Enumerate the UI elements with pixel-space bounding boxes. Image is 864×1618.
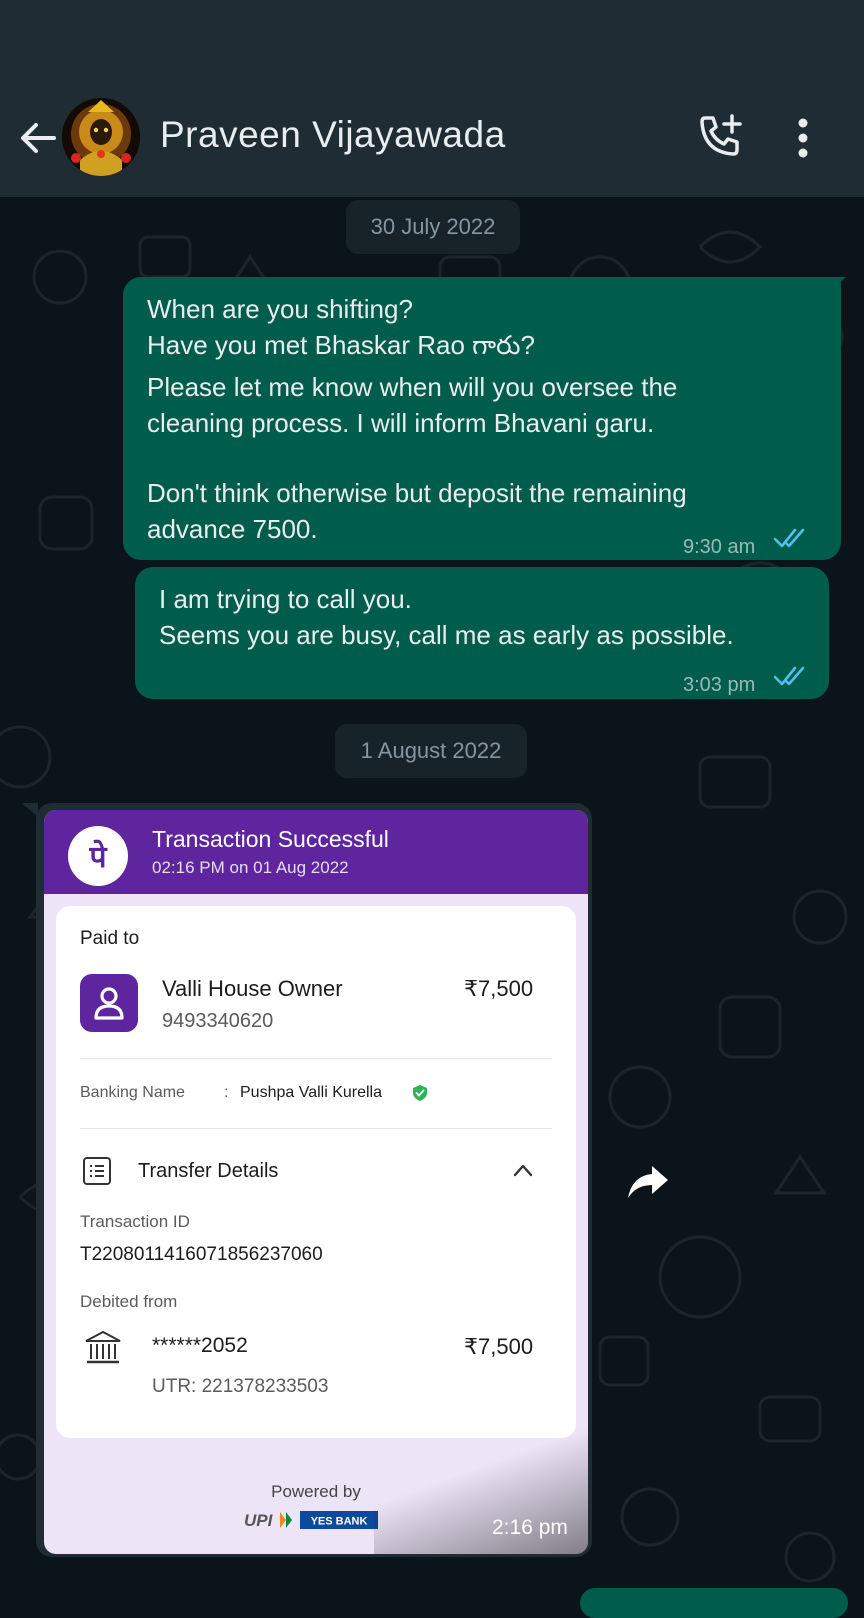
receipt-header: पे Transaction Successful 02:16 PM on 01… — [44, 810, 588, 894]
banking-name-value: Pushpa Valli Kurella — [240, 1084, 383, 1101]
verified-shield-icon — [413, 1085, 427, 1101]
debit-account: ******2052 — [152, 1334, 248, 1357]
yes-bank-logo-text: YES BANK — [311, 1516, 368, 1528]
message-text-line: Don't think otherwise but deposit the re… — [147, 478, 687, 508]
divider — [80, 1058, 552, 1059]
read-receipt-icon — [773, 666, 805, 686]
banking-name-separator: : — [224, 1084, 229, 1101]
message-bubble-outgoing[interactable]: When are you shifting? Have you met Bhas… — [123, 277, 841, 560]
receipt-datetime: 02:16 PM on 01 Aug 2022 — [152, 858, 349, 877]
payee-phone: 9493340620 — [162, 1010, 274, 1032]
transaction-id: T2208011416071856237060 — [80, 1244, 323, 1265]
message-bubble-outgoing[interactable]: I am trying to call you. Seems you are b… — [135, 567, 829, 699]
contact-name[interactable]: Praveen Vijayawada — [160, 114, 506, 156]
message-bubble-outgoing-partial[interactable] — [580, 1588, 848, 1618]
back-arrow-icon[interactable] — [16, 116, 60, 160]
message-text-line: Seems you are busy, call me as early as … — [159, 620, 734, 650]
upi-logo-text: UPI — [244, 1511, 274, 1530]
more-vert-icon[interactable] — [796, 116, 810, 160]
status-bar — [0, 0, 864, 90]
payee-person-icon — [80, 974, 138, 1032]
message-time: 3:03 pm — [683, 674, 756, 696]
message-text-line: When are you shifting? — [147, 294, 413, 324]
transaction-id-label: Transaction ID — [80, 1212, 190, 1231]
message-time: 2:16 pm — [492, 1516, 568, 1539]
avatar[interactable] — [62, 98, 140, 176]
upi-yes-bank-logo: UPI YES BANK — [244, 1511, 378, 1530]
message-text-line: advance 7500. — [147, 514, 318, 544]
debited-from-label: Debited from — [80, 1292, 178, 1311]
transfer-details-label: Transfer Details — [138, 1160, 279, 1182]
payment-receipt-image[interactable]: पे Transaction Successful 02:16 PM on 01… — [44, 810, 588, 1554]
debit-amount: ₹7,500 — [464, 1334, 534, 1359]
bubble-tail — [830, 277, 846, 291]
payment-amount: ₹7,500 — [464, 976, 534, 1001]
receipt-title: Transaction Successful — [152, 826, 389, 852]
payee-name: Valli House Owner — [162, 976, 343, 1001]
message-time: 9:30 am — [683, 536, 756, 558]
chevron-up-icon[interactable] — [512, 1162, 534, 1178]
message-text-line: cleaning process. I will inform Bhavani … — [147, 408, 655, 438]
message-text-line: Please let me know when will you oversee… — [147, 372, 678, 402]
message-text-line: I am trying to call you. — [159, 584, 412, 614]
paid-to-label: Paid to — [80, 928, 140, 949]
banking-name-label: Banking Name — [80, 1084, 185, 1101]
date-separator: 30 July 2022 — [346, 200, 520, 254]
chat-header: Praveen Vijayawada — [0, 90, 864, 197]
utr-number: UTR: 221378233503 — [152, 1376, 329, 1397]
read-receipt-icon — [773, 528, 805, 548]
message-text-line: Have you met Bhaskar Rao గారు? — [147, 330, 535, 360]
divider — [80, 1128, 552, 1129]
transfer-details-icon — [83, 1157, 111, 1185]
bubble-tail — [22, 803, 38, 817]
phonepe-logo: पे — [68, 826, 128, 886]
add-call-icon[interactable] — [696, 112, 744, 160]
receipt-details-card: Paid to Valli House Owner 9493340620 ₹7,… — [56, 906, 576, 1438]
date-separator: 1 August 2022 — [335, 724, 527, 778]
bank-icon — [85, 1330, 121, 1364]
forward-icon[interactable] — [624, 1158, 672, 1206]
svg-text:पे: पे — [88, 839, 107, 875]
